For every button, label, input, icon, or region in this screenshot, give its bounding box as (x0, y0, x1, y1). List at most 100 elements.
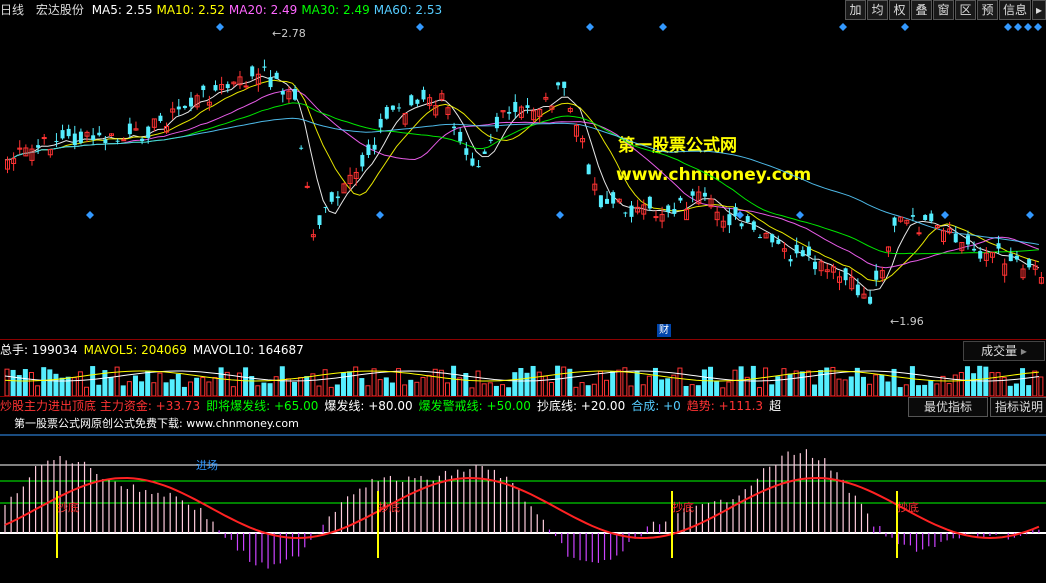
volume-bar (420, 376, 426, 396)
finance-marker[interactable]: 财 (657, 324, 671, 337)
candle-body (415, 99, 420, 104)
high-price-label: ←2.78 (272, 27, 306, 40)
candle-body (384, 107, 389, 119)
event-diamond-icon (1026, 211, 1034, 219)
volume-bar (304, 376, 310, 396)
event-diamond-icon (586, 23, 594, 31)
volume-bar (616, 369, 622, 396)
candle-body (243, 85, 249, 88)
volume-bar (964, 366, 970, 396)
volume-bar (634, 371, 640, 396)
volume-bar (824, 367, 830, 396)
volume-bar (84, 386, 90, 396)
candle-body (800, 250, 805, 257)
candle-body (739, 223, 744, 227)
volume-bar (561, 366, 567, 396)
candle-body (91, 135, 96, 140)
volume-bar (365, 385, 371, 396)
volume-bar (518, 368, 524, 396)
volume-bar (96, 384, 102, 396)
volume-bar (952, 374, 958, 396)
volume-bar (928, 380, 934, 396)
volume-bar (500, 384, 506, 396)
volume-bar (836, 378, 842, 396)
volume-bar (665, 378, 671, 396)
volume-bar (22, 369, 28, 396)
volume-bar (659, 379, 665, 396)
indicator-legend-3: 爆发警戒线: +50.00 (418, 399, 531, 413)
volume-bar (77, 371, 83, 396)
candle-body (146, 126, 151, 138)
volume-bar (787, 373, 793, 396)
volume-bar (4, 368, 10, 396)
candle-body (54, 140, 59, 142)
volume-bar (298, 377, 304, 396)
candle-body (213, 85, 218, 91)
volume-bar (35, 385, 41, 396)
volume-bar (457, 377, 463, 396)
volume-bar (610, 371, 616, 396)
volume-bar (181, 386, 187, 396)
event-diamond-icon (901, 23, 909, 31)
volume-bar (879, 374, 885, 396)
candle-body (978, 251, 983, 259)
volume-bar (273, 376, 279, 396)
candle-body (1008, 253, 1013, 262)
volume-bar (188, 381, 194, 396)
event-diamond-icon (941, 211, 949, 219)
candle-body (127, 123, 132, 135)
volume-bar (261, 382, 267, 396)
indicator-legend-0: 炒股主力进出顶底 主力资金: +33.73 (0, 399, 201, 413)
candle-body (666, 205, 671, 213)
candle-body (464, 148, 469, 155)
volume-bar (885, 381, 891, 396)
volume-bar (487, 382, 493, 396)
volume-bar (842, 379, 848, 396)
candle-body (201, 85, 206, 91)
indicator-chart[interactable]: 抄底 抄底 抄底 抄底 进场 (0, 413, 1046, 583)
ma-line-5 (4, 75, 1040, 291)
candle-body (770, 234, 775, 243)
candle-body (299, 147, 304, 149)
volume-bar (891, 368, 897, 396)
price-chart[interactable] (0, 0, 1046, 340)
volume-bar (340, 372, 346, 396)
candle-body (78, 131, 83, 143)
volume-bar (922, 384, 928, 396)
low-price-label: ←1.96 (890, 315, 924, 328)
candle-body (776, 239, 781, 244)
candle-body (868, 296, 873, 304)
volume-bar (536, 371, 542, 396)
ma-line-30 (4, 102, 1039, 255)
volume-bar (279, 366, 285, 396)
volume-chart[interactable] (0, 356, 1046, 396)
volume-bar (47, 369, 53, 396)
volume-bar (548, 381, 554, 396)
volume-bar (377, 379, 383, 396)
volume-bar (689, 384, 695, 396)
candle-body (470, 158, 475, 166)
candle-body (182, 105, 187, 109)
candle-body (103, 139, 108, 144)
volume-bar (432, 368, 438, 396)
volume-bar (1013, 383, 1019, 396)
candle-body (494, 116, 499, 129)
candle-body (507, 111, 512, 114)
candle-body (916, 232, 922, 235)
candle-body (623, 212, 628, 214)
volume-bar (169, 379, 175, 396)
volume-bar (628, 385, 634, 396)
candle-body (36, 145, 41, 148)
volume-bar (163, 382, 169, 396)
volume-bar (120, 385, 126, 396)
candle-body (874, 270, 879, 280)
volume-bar (683, 385, 689, 396)
volume-bar (200, 377, 206, 396)
event-diamond-icon (1004, 23, 1012, 31)
candle-body (672, 209, 677, 214)
volume-bar (604, 379, 610, 396)
volume-bar (28, 372, 34, 396)
candle-body (653, 216, 659, 219)
candle-body (513, 101, 518, 112)
event-diamond-icon (659, 23, 667, 31)
